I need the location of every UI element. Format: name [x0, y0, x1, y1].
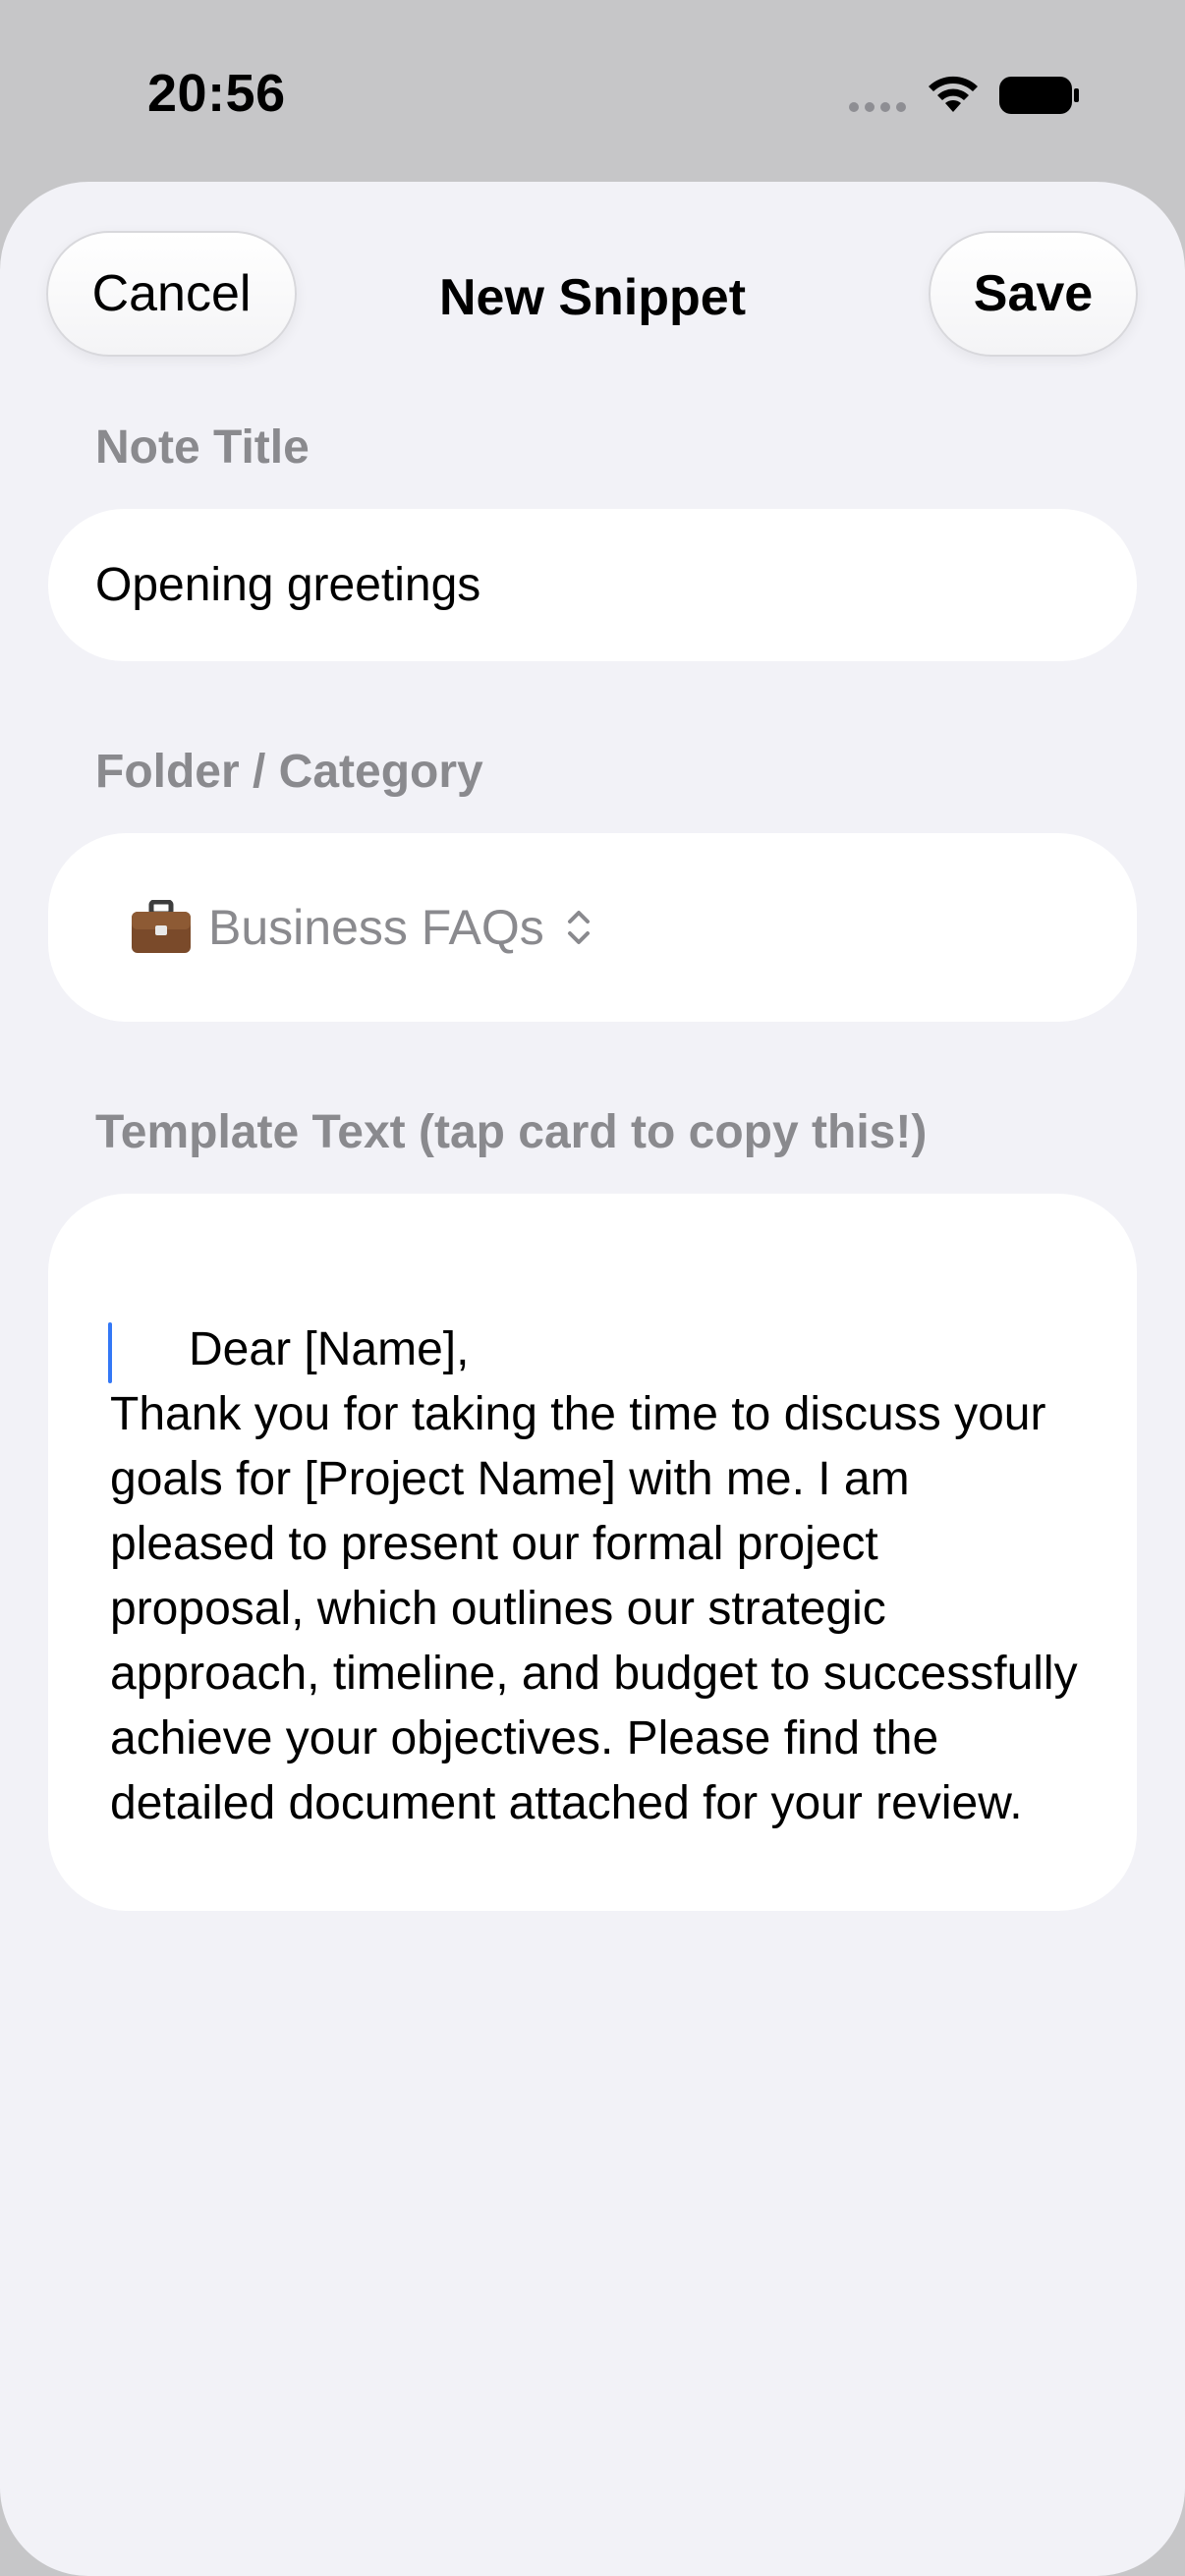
- template-text-editor[interactable]: Dear [Name], Thank you for taking the ti…: [48, 1194, 1137, 1911]
- note-title-label: Note Title: [95, 421, 310, 474]
- wifi-icon: [929, 76, 978, 112]
- folder-category-label: Folder / Category: [95, 746, 483, 798]
- text-cursor: [108, 1322, 112, 1383]
- battery-icon: [999, 77, 1079, 114]
- folder-category-value: Business FAQs: [208, 900, 544, 955]
- template-text-label: Template Text (tap card to copy this!): [95, 1106, 928, 1158]
- status-time: 20:56: [147, 64, 286, 123]
- folder-category-field: Business FAQs: [48, 833, 1137, 1022]
- new-snippet-sheet: Cancel New Snippet Save Note Title Openi…: [0, 182, 1185, 2576]
- briefcase-icon: [132, 900, 191, 953]
- signal-dots-icon: [849, 102, 906, 112]
- template-text-value: Dear [Name], Thank you for taking the ti…: [110, 1323, 1078, 1829]
- save-button[interactable]: Save: [929, 231, 1138, 357]
- folder-category-picker[interactable]: Business FAQs: [130, 899, 593, 956]
- chevron-up-down-icon: [567, 911, 590, 944]
- status-bar: 20:56: [0, 0, 1185, 182]
- note-title-input[interactable]: Opening greetings: [48, 509, 1137, 661]
- template-text-content[interactable]: Dear [Name], Thank you for taking the ti…: [108, 1253, 1078, 1966]
